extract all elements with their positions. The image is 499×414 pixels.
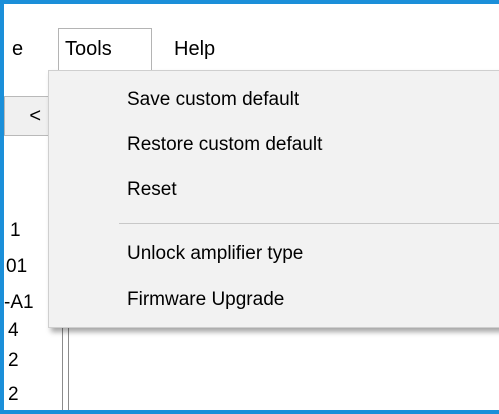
menu-file[interactable]: e — [12, 34, 23, 64]
collapse-panel-button[interactable]: < — [4, 96, 52, 136]
menu-icon-gutter — [49, 71, 103, 327]
list-item[interactable]: 01 — [6, 256, 27, 278]
panel-divider — [68, 324, 69, 410]
menu-bar: e Tools Help — [4, 4, 499, 70]
list-item[interactable]: 2 — [8, 384, 19, 406]
menu-item-reset[interactable]: Reset — [127, 179, 177, 201]
menu-separator — [119, 223, 499, 224]
menu-help[interactable]: Help — [174, 28, 215, 72]
panel-divider — [62, 324, 63, 410]
menu-item-restore-custom-default[interactable]: Restore custom default — [127, 134, 322, 156]
list-item[interactable]: -A1 — [4, 292, 34, 314]
list-item[interactable]: 2 — [8, 350, 19, 372]
menu-tools[interactable]: Tools — [58, 28, 152, 70]
menu-item-save-custom-default[interactable]: Save custom default — [127, 89, 299, 111]
tools-dropdown-menu: Save custom default Restore custom defau… — [48, 70, 499, 328]
list-item[interactable]: 1 — [10, 220, 21, 242]
menu-item-firmware-upgrade[interactable]: Firmware Upgrade — [127, 289, 284, 311]
menu-item-unlock-amplifier-type[interactable]: Unlock amplifier type — [127, 243, 303, 265]
list-item[interactable]: 4 — [8, 320, 19, 342]
application-window: e Tools Help < 1 01 -A1 4 2 2 Save custo… — [0, 0, 499, 414]
